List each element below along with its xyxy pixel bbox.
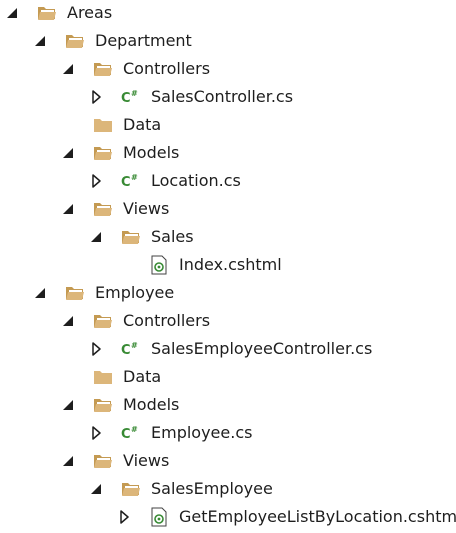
expanded-triangle-icon[interactable] (61, 145, 77, 161)
expanded-triangle-icon[interactable] (61, 453, 77, 469)
tree-item[interactable]: GetEmployeeListByLocation.cshtml (0, 503, 456, 531)
collapsed-triangle-icon[interactable] (117, 509, 133, 525)
tree-item-label: Views (123, 199, 170, 218)
tree-item[interactable]: Data (0, 111, 456, 139)
tree-item[interactable]: Sales (0, 223, 456, 251)
csharp-file-icon: C # (121, 423, 141, 443)
tree-item[interactable]: Models (0, 391, 456, 419)
tree-item[interactable]: C # SalesEmployeeController.cs (0, 335, 456, 363)
tree-item[interactable]: Views (0, 195, 456, 223)
tree-item[interactable]: Department (0, 27, 456, 55)
folder-open-icon (65, 31, 85, 51)
razor-file-icon (149, 507, 169, 527)
svg-text:#: # (131, 425, 138, 434)
collapsed-triangle-icon[interactable] (89, 425, 105, 441)
tree-item[interactable]: Controllers (0, 307, 456, 335)
expanded-triangle-icon[interactable] (61, 61, 77, 77)
tree-item-label: GetEmployeeListByLocation.cshtml (179, 507, 456, 526)
expanded-triangle-icon[interactable] (61, 313, 77, 329)
expanded-triangle-icon[interactable] (33, 33, 49, 49)
tree-item[interactable]: Index.cshtml (0, 251, 456, 279)
solution-explorer-tree: Areas Department Controllers C # SalesControl… (0, 0, 456, 533)
tree-item[interactable]: Employee (0, 279, 456, 307)
tree-item[interactable]: Views (0, 447, 456, 475)
folder-open-icon (121, 227, 141, 247)
tree-item[interactable]: Areas (0, 0, 456, 27)
tree-item[interactable]: C # Location.cs (0, 167, 456, 195)
folder-closed-icon (93, 367, 113, 387)
collapsed-triangle-icon[interactable] (89, 173, 105, 189)
tree-item[interactable]: Data (0, 363, 456, 391)
svg-text:#: # (131, 173, 138, 182)
svg-text:#: # (131, 341, 138, 350)
tree-item-label: Department (95, 31, 192, 50)
expanded-triangle-icon[interactable] (33, 285, 49, 301)
folder-open-icon (93, 199, 113, 219)
tree-item-label: Controllers (123, 59, 211, 78)
collapsed-triangle-icon[interactable] (89, 341, 105, 357)
expanded-triangle-icon[interactable] (5, 5, 21, 21)
tree-item[interactable]: C # Employee.cs (0, 419, 456, 447)
tree-item[interactable]: C # SalesController.cs (0, 83, 456, 111)
tree-item[interactable]: SalesEmployee (0, 475, 456, 503)
folder-closed-icon (93, 115, 113, 135)
folder-open-icon (93, 59, 113, 79)
svg-text:C: C (121, 175, 131, 190)
expanded-triangle-icon[interactable] (89, 229, 105, 245)
folder-open-icon (121, 479, 141, 499)
svg-text:C: C (121, 91, 131, 106)
svg-text:C: C (121, 343, 131, 358)
tree-item-label: Employee (95, 283, 175, 302)
csharp-file-icon: C # (121, 87, 141, 107)
expanded-triangle-icon[interactable] (61, 201, 77, 217)
folder-open-icon (93, 311, 113, 331)
tree-item-label: Areas (67, 3, 113, 22)
razor-file-icon (149, 255, 169, 275)
tree-item-label: Models (123, 395, 180, 414)
tree-item-label: Models (123, 143, 180, 162)
folder-open-icon (37, 3, 57, 23)
tree-item-label: Data (123, 367, 162, 386)
tree-item-label: SalesController.cs (151, 87, 294, 106)
svg-text:C: C (121, 427, 131, 442)
tree-item-label: Controllers (123, 311, 211, 330)
tree-item-label: SalesEmployee (151, 479, 273, 498)
folder-open-icon (65, 283, 85, 303)
tree-item-label: Data (123, 115, 162, 134)
tree-item-label: Index.cshtml (179, 255, 282, 274)
tree-item[interactable]: Models (0, 139, 456, 167)
tree-item[interactable]: Controllers (0, 55, 456, 83)
csharp-file-icon: C # (121, 171, 141, 191)
tree-item-label: Employee.cs (151, 423, 253, 442)
tree-item-label: SalesEmployeeController.cs (151, 339, 373, 358)
expanded-triangle-icon[interactable] (89, 481, 105, 497)
folder-open-icon (93, 395, 113, 415)
tree-item-label: Sales (151, 227, 194, 246)
csharp-file-icon: C # (121, 339, 141, 359)
tree-item-label: Views (123, 451, 170, 470)
folder-open-icon (93, 143, 113, 163)
collapsed-triangle-icon[interactable] (89, 89, 105, 105)
expanded-triangle-icon[interactable] (61, 397, 77, 413)
tree-item-label: Location.cs (151, 171, 241, 190)
folder-open-icon (93, 451, 113, 471)
svg-text:#: # (131, 89, 138, 98)
